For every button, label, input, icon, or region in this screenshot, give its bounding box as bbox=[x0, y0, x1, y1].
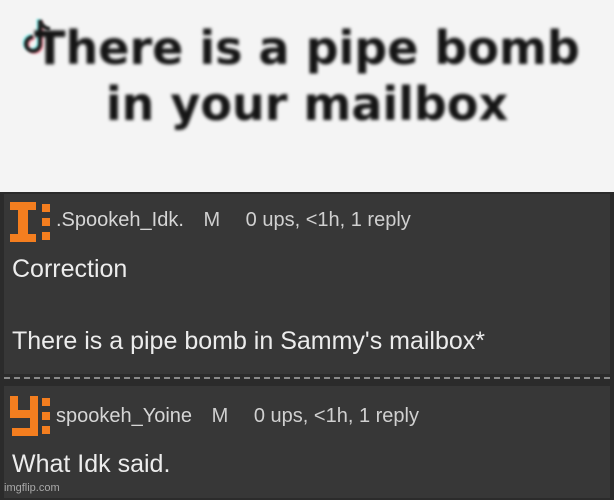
letter-y-avatar-icon[interactable] bbox=[8, 394, 52, 438]
comment-text-line-2: There is a pipe bomb in Sammy's mailbox* bbox=[12, 327, 486, 355]
comment-divider bbox=[4, 377, 610, 379]
mod-badge: M bbox=[211, 405, 229, 427]
mod-badge: M bbox=[203, 209, 221, 231]
comment-card: .Spookeh_Idk. M 0 ups, <1h, 1 reply Corr… bbox=[4, 194, 610, 374]
comment-meta: 0 ups, <1h, 1 reply bbox=[245, 209, 411, 231]
meme-caption-line-1: There is a pipe bomb bbox=[34, 21, 580, 75]
comment-meta: 0 ups, <1h, 1 reply bbox=[253, 405, 419, 427]
comment-text-line-1: Correction bbox=[12, 255, 128, 283]
letter-i-avatar-icon[interactable] bbox=[8, 200, 52, 244]
meme-caption-line-2: in your mailbox bbox=[105, 77, 509, 131]
comment-header: .Spookeh_Idk. M 0 ups, <1h, 1 reply bbox=[56, 209, 411, 232]
comment-username[interactable]: .Spookeh_Idk. bbox=[56, 209, 184, 231]
comment-username[interactable]: spookeh_Yoine bbox=[56, 405, 192, 427]
meme-image-panel: There is a pipe bomb in your mailbox bbox=[0, 0, 614, 192]
meme-caption: There is a pipe bomb in your mailbox bbox=[0, 20, 614, 132]
comment-header: spookeh_Yoine M 0 ups, <1h, 1 reply bbox=[56, 405, 419, 428]
comment-card: spookeh_Yoine M 0 ups, <1h, 1 reply What… bbox=[4, 386, 610, 498]
imgflip-watermark: imgflip.com bbox=[4, 482, 60, 494]
comment-text-line-1: What Idk said. bbox=[12, 450, 171, 478]
